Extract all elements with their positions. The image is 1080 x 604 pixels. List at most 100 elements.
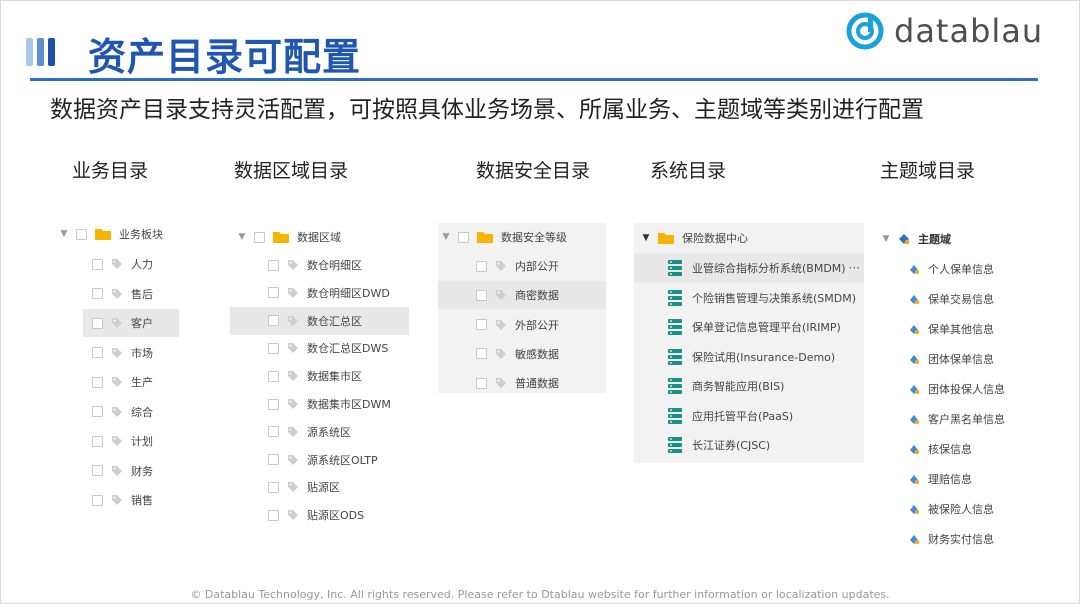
system-tree-item[interactable]: 应用托管平台(PaaS) [668,404,793,428]
checkbox[interactable] [268,454,279,466]
topic-tree-item[interactable]: 团体保单信息 [908,347,994,371]
region-tree-item[interactable]: 数仓明细区DWD [268,281,390,305]
tree-item-label: 主题域 [918,233,951,246]
heading-region-catalog: 数据区域目录 [234,160,349,182]
security-tree-item[interactable]: 外部公开 [476,313,559,337]
checkbox[interactable] [268,481,279,493]
tag-icon [288,426,298,437]
tree-item-label: 财务 [131,464,153,478]
business-tree-item[interactable]: 综合 [92,400,153,424]
checkbox[interactable] [476,348,487,360]
business-tree-item[interactable]: 生产 [92,370,153,394]
tree-root-row[interactable]: ▼ 数据安全等级 [440,225,567,249]
region-tree-item[interactable]: 数据集市区DWM [268,392,391,416]
system-tree-item[interactable]: 个险销售管理与决策系统(SMDM) [668,286,856,310]
topic-icon [910,475,920,485]
topic-tree-item[interactable]: 个人保单信息 [908,257,994,281]
chevron-down-icon[interactable]: ▼ [236,232,248,242]
region-tree-item[interactable]: 数据集市区 [268,364,362,388]
system-tree-item[interactable]: 业管综合指标分析系统(BMDM) ··· [634,253,864,283]
tree-item-label: 应用托管平台(PaaS) [692,409,794,423]
tag-icon [496,378,506,389]
checkbox[interactable] [92,406,103,417]
tree-root-row[interactable]: ▼ 主题域 [880,227,951,251]
tree-item-label: 销售 [131,494,153,507]
logo-mark-icon [846,12,884,50]
topic-tree-item[interactable]: 保单交易信息 [908,287,994,311]
checkbox[interactable] [92,288,103,299]
checkbox[interactable] [92,376,103,388]
business-tree-item[interactable]: 计划 [92,429,153,453]
tree-item-label: 人力 [131,258,153,271]
security-tree-item[interactable]: 敏感数据 [476,342,559,366]
topic-tree-item[interactable]: 被保险人信息 [908,497,994,521]
checkbox[interactable] [268,370,279,382]
business-tree-item[interactable]: 销售 [92,488,153,512]
tree-item-label: 计划 [131,435,153,448]
topic-icon [910,445,920,455]
checkbox[interactable] [268,315,279,327]
checkbox[interactable] [476,289,487,301]
topic-tree-item[interactable]: 理赔信息 [908,467,972,491]
tree-item-label: 综合 [131,405,153,419]
checkbox[interactable] [458,231,469,243]
business-tree-item[interactable]: 人力 [92,252,153,276]
security-tree-item[interactable]: 内部公开 [476,254,559,278]
region-tree-item[interactable]: 源系统区OLTP [268,448,378,472]
system-tree-item[interactable]: 保险试用(Insurance-Demo) [668,345,835,369]
region-tree-item[interactable]: 贴源区ODS [268,503,364,527]
tree-root-row[interactable]: ▼ 数据区域 [236,225,341,249]
region-tree-item[interactable]: 数仓汇总区 [230,306,409,335]
tree-root-row[interactable]: ▼ 业务板块 [58,222,163,246]
checkbox[interactable] [92,317,103,329]
region-tree-item[interactable]: 贴源区 [268,475,340,499]
system-tree-item[interactable]: 保单登记信息管理平台(IRIMP) [668,315,841,339]
region-tree-item[interactable]: 数仓明细区 [268,253,362,277]
tree-item-label: 数仓汇总区 [307,314,362,328]
security-tree-item[interactable]: 普通数据 [476,371,559,395]
more-options-icon[interactable]: ··· [849,261,860,275]
topic-tree-item[interactable]: 团体投保人信息 [908,377,1005,401]
region-tree-item[interactable]: 源系统区 [268,420,351,444]
region-tree-item[interactable]: 数仓汇总区DWS [268,336,388,360]
checkbox[interactable] [254,231,265,243]
checkbox[interactable] [92,435,103,447]
security-tree-item[interactable]: 商密数据 [438,281,606,310]
checkbox[interactable] [92,465,103,476]
business-tree-item[interactable]: 市场 [92,341,153,365]
business-tree-item[interactable]: 财务 [92,459,153,483]
topic-tree-item[interactable]: 财务实付信息 [908,527,994,551]
checkbox[interactable] [268,426,279,438]
checkbox[interactable] [268,342,279,354]
tag-icon [112,465,122,476]
business-tree-item[interactable]: 售后 [92,282,153,306]
chevron-down-icon[interactable]: ▼ [880,234,892,244]
checkbox[interactable] [268,259,279,271]
tag-icon [288,371,298,382]
checkbox[interactable] [92,347,103,358]
checkbox[interactable] [476,319,487,331]
system-tree-item[interactable]: 商务智能应用(BIS) [668,374,784,398]
topic-tree-item[interactable]: 核保信息 [908,437,972,461]
chevron-down-icon[interactable]: ▼ [440,232,452,242]
topic-tree-item[interactable]: 保单其他信息 [908,317,994,341]
chevron-down-icon[interactable]: ▼ [640,233,652,243]
checkbox[interactable] [476,377,487,389]
checkbox[interactable] [268,287,279,299]
tree-item-label: 保单登记信息管理平台(IRIMP) [692,321,841,334]
business-tree-item[interactable]: 客户 [83,309,179,337]
checkbox[interactable] [92,494,103,506]
topic-tree-item[interactable]: 客户黑名单信息 [908,407,1005,431]
checkbox[interactable] [268,398,279,410]
title-decoration-bars [26,38,55,66]
heading-security-catalog: 数据安全目录 [476,160,591,182]
checkbox[interactable] [476,260,487,272]
tag-icon [288,510,298,521]
checkbox[interactable] [92,258,103,270]
system-tree-item[interactable]: 长江证券(CJSC) [668,433,770,457]
chevron-down-icon[interactable]: ▼ [58,229,70,239]
checkbox[interactable] [268,509,279,521]
topic-icon [910,325,920,335]
checkbox[interactable] [76,228,87,240]
tree-root-row[interactable]: ▼ 保险数据中心 [640,226,748,250]
